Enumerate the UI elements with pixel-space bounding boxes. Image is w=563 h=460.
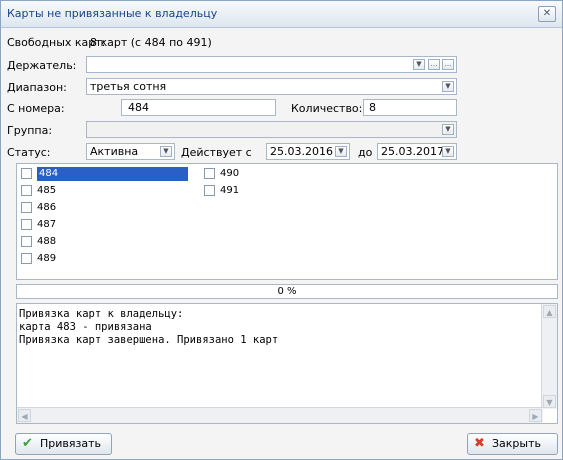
valid-from-value: 25.03.2016	[270, 145, 333, 158]
cards-list[interactable]: 484 485 486 487 488 489 490 491	[16, 163, 558, 280]
valid-to-date[interactable]: 25.03.2017 ▼	[377, 143, 457, 160]
card-number: 489	[37, 253, 57, 264]
group-select[interactable]: ▼	[86, 121, 457, 138]
scroll-up-icon[interactable]: ▲	[543, 305, 556, 318]
bind-button[interactable]: ✔ Привязать	[15, 433, 112, 455]
x-icon: ✖	[474, 436, 485, 451]
checkbox[interactable]	[204, 185, 215, 196]
checkbox[interactable]	[21, 236, 32, 247]
chevron-down-icon[interactable]: ▼	[442, 146, 454, 157]
status-value: Активна	[90, 145, 139, 158]
count-value: 8	[369, 101, 376, 114]
card-number: 491	[220, 185, 240, 196]
checkbox[interactable]	[21, 202, 32, 213]
scroll-down-icon[interactable]: ▼	[543, 395, 556, 408]
scroll-left-icon[interactable]: ◀	[18, 409, 31, 422]
holder-label: Держатель:	[7, 59, 77, 72]
card-number: 485	[37, 185, 57, 196]
count-input[interactable]: 8	[363, 99, 457, 116]
card-number: 487	[37, 219, 57, 230]
card-number: 488	[37, 236, 57, 247]
count-label: Количество:	[291, 102, 363, 115]
valid-to-label: до	[358, 146, 373, 159]
progress-text: 0 %	[277, 286, 297, 297]
dialog-window: Карты не привязанные к владельцу ✕ Свобо…	[0, 0, 563, 460]
status-select[interactable]: Активна ▼	[86, 143, 175, 160]
progress-bar: 0 %	[16, 284, 558, 299]
checkbox[interactable]	[204, 168, 215, 179]
range-label: Диапазон:	[7, 81, 67, 94]
check-icon: ✔	[22, 436, 33, 451]
from-number-label: С номера:	[7, 102, 65, 115]
card-number: 486	[37, 202, 57, 213]
ellipsis-icon[interactable]: …	[428, 59, 440, 70]
scroll-right-icon[interactable]: ▶	[529, 409, 542, 422]
bind-button-label: Привязать	[40, 437, 101, 450]
horizontal-scrollbar[interactable]: ◀ ▶	[17, 407, 543, 423]
group-label: Группа:	[7, 124, 53, 137]
log-line: карта 483 - привязана	[19, 321, 152, 333]
valid-to-value: 25.03.2017	[381, 145, 444, 158]
holder-field[interactable]: ▼ … …	[86, 56, 457, 73]
card-number: 490	[220, 168, 240, 179]
window-close-button[interactable]: ✕	[538, 6, 556, 22]
log-line: Привязка карт к владельцу:	[19, 308, 184, 320]
chevron-down-icon[interactable]: ▼	[413, 59, 425, 70]
from-number-input[interactable]: 484	[121, 99, 276, 116]
title-bar[interactable]: Карты не привязанные к владельцу ✕	[1, 1, 562, 28]
close-button[interactable]: ✖ Закрыть	[467, 433, 558, 455]
status-label: Статус:	[7, 146, 51, 159]
checkbox[interactable]	[21, 168, 32, 179]
vertical-scrollbar[interactable]: ▲ ▼	[541, 304, 557, 409]
range-select[interactable]: третья сотня ▼	[86, 78, 457, 95]
checkbox[interactable]	[21, 253, 32, 264]
range-value: третья сотня	[90, 80, 167, 93]
from-number-value: 484	[128, 101, 149, 114]
chevron-down-icon[interactable]: ▼	[335, 146, 347, 157]
checkbox[interactable]	[21, 185, 32, 196]
log-line: Привязка карт завершена. Привязано 1 кар…	[19, 334, 279, 346]
checkbox[interactable]	[21, 219, 32, 230]
window-title: Карты не привязанные к владельцу	[7, 7, 218, 20]
ellipsis-icon[interactable]: …	[442, 59, 454, 70]
valid-from-date[interactable]: 25.03.2016 ▼	[266, 143, 350, 160]
chevron-down-icon[interactable]: ▼	[442, 81, 454, 92]
free-cards-value: 8 карт (с 484 по 491)	[90, 36, 212, 49]
log-area[interactable]: Привязка карт к владельцу: карта 483 - п…	[16, 303, 558, 424]
chevron-down-icon[interactable]: ▼	[160, 146, 172, 157]
valid-from-label: Действует с	[181, 146, 252, 159]
card-number: 484	[37, 167, 188, 181]
close-x-icon: ✕	[542, 8, 552, 19]
chevron-down-icon[interactable]: ▼	[442, 124, 454, 135]
close-button-label: Закрыть	[492, 437, 541, 450]
